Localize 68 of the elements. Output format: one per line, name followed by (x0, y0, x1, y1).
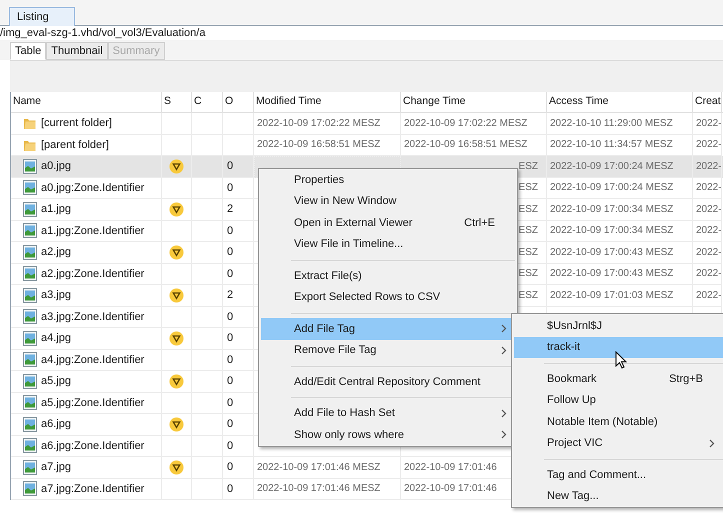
table-cell-text: 2022-10-09 17:00:43 MESZ (550, 267, 674, 282)
table-cell-text: 0 (227, 266, 234, 282)
file-name: [parent folder] (41, 138, 109, 152)
table-cell-text: 2022-10-09 17:01:46 (404, 460, 497, 475)
table-cell-text: ESZ (518, 202, 538, 217)
file-name: a7.jpg:Zone.Identifier (41, 482, 144, 496)
table-cell-text: 0 (227, 224, 234, 238)
table-cell-text: 0 (227, 159, 234, 174)
table-cell-text: 0 (227, 417, 234, 432)
table-cell-text: 2022- (696, 246, 721, 260)
table-cell-text: 2022- (696, 116, 721, 131)
table-cell-text: ESZ (518, 181, 538, 196)
table-cell-text: 2022- (696, 181, 721, 196)
table-cell-text: 2022-10-09 17:00:34 MESZ (550, 202, 674, 217)
table-cell-text: 0 (227, 245, 234, 260)
table-cell-text: 2022- (696, 267, 721, 282)
table-cell-text: 2022-10-09 17:02:22 MESZ (257, 116, 380, 131)
table-cell-text: ESZ (518, 246, 538, 260)
table-cell-text: 2022-10-09 17:01:46 MESZ (257, 460, 380, 475)
path-label: /img_eval-szg-1.vhd/vol_vol3/Evaluation/a (0, 26, 206, 40)
table-cell-text: 0 (227, 374, 234, 389)
table-cell-text: 2022- (696, 224, 721, 238)
table-cell-text: 0 (227, 310, 234, 324)
file-name: a1.jpg (41, 202, 71, 217)
file-name: a6.jpg (41, 417, 71, 432)
table-cell-text: 0 (227, 352, 234, 368)
table-cell-text: ESZ (518, 288, 538, 303)
file-name: [current folder] (41, 116, 112, 131)
file-name: a3.jpg:Zone.Identifier (41, 310, 144, 324)
table-cell-text: 0 (227, 460, 234, 475)
file-name: a7.jpg (41, 460, 71, 475)
table-cell-text: 2022-10-09 17:01:03 MESZ (550, 288, 674, 303)
file-name: a1.jpg:Zone.Identifier (41, 224, 144, 238)
table-cell-text: 2022-10-10 11:29:00 MESZ (550, 116, 673, 131)
table-cell-text: 2022-10-09 17:00:24 MESZ (550, 160, 674, 174)
table-cell-text: 2022-10-09 17:02:22 MESZ (404, 116, 528, 131)
file-name: a0.jpg:Zone.Identifier (41, 180, 144, 196)
table-cell-text: 0 (227, 482, 234, 496)
table-cell-text: 0 (227, 396, 234, 410)
table-cell-text: ESZ (518, 224, 538, 238)
table-cell-text: 2022- (696, 288, 721, 303)
table-cell-text: 0 (227, 438, 234, 454)
table-cell-text: 2022- (696, 202, 721, 217)
file-name: a5.jpg:Zone.Identifier (41, 396, 144, 410)
table-cell-text: 0 (227, 180, 234, 196)
table-cell-text: 2022-10-09 17:01:46 MESZ (257, 482, 380, 496)
file-name: a3.jpg (41, 288, 71, 303)
table-cell-text: 2022-10-09 17:00:43 MESZ (550, 246, 674, 260)
table-cell-text: 2022-10-09 17:01:46 (404, 482, 497, 496)
file-name: a0.jpg (41, 159, 71, 174)
table-cell-text: 2022-10-10 11:34:57 MESZ (550, 138, 673, 152)
file-name: a4.jpg:Zone.Identifier (41, 352, 144, 368)
file-name: a6.jpg:Zone.Identifier (41, 438, 144, 454)
table-cell-text: 2 (227, 288, 234, 303)
file-name: a2.jpg (41, 245, 71, 260)
table-cell-text: 2022-10-09 16:58:51 MESZ (257, 138, 380, 152)
table-cell-text: 0 (227, 331, 234, 346)
table-cell-text: 2022- (696, 160, 721, 174)
file-name: a4.jpg (41, 331, 71, 346)
table-cell-text: 2022- (696, 138, 721, 152)
table-cell-text: ESZ (518, 267, 538, 282)
table-cell-text: 2022-10-09 17:00:24 MESZ (550, 181, 674, 196)
table-cell-text: 2022-10-09 16:58:51 MESZ (404, 138, 528, 152)
file-name: a5.jpg (41, 374, 71, 389)
table-cell-text: 2022-10-09 17:00:34 MESZ (550, 224, 674, 238)
file-name: a2.jpg:Zone.Identifier (41, 266, 144, 282)
table-cell-text: ESZ (518, 160, 538, 174)
table-cell-text: 2 (227, 202, 234, 217)
